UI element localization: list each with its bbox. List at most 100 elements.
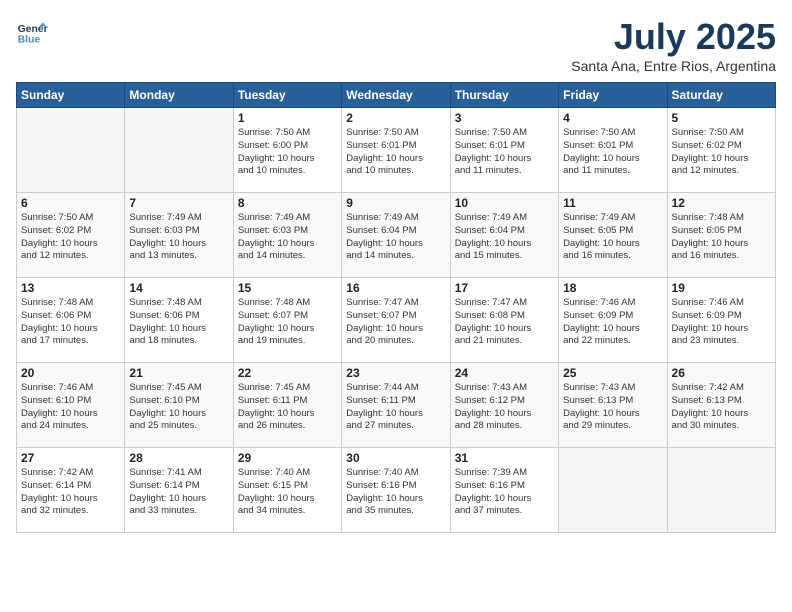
day-number: 31 [455,451,554,465]
day-number: 5 [672,111,771,125]
day-info: Sunrise: 7:50 AM Sunset: 6:01 PM Dayligh… [563,127,662,178]
calendar-cell: 17 Sunrise: 7:47 AM Sunset: 6:08 PM Dayli… [450,278,558,363]
day-number: 29 [238,451,337,465]
calendar-cell: 12Sunrise: 7:48 AM Sunset: 6:05 PM Dayli… [667,193,775,278]
day-info: Sunrise: 7:46 AM Sunset: 6:10 PM Dayligh… [21,382,120,433]
logo: General Blue [16,16,48,48]
day-number: 2 [346,111,445,125]
calendar-cell: 26Sunrise: 7:42 AM Sunset: 6:13 PM Dayli… [667,363,775,448]
day-info: Sunrise: 7:49 AM Sunset: 6:03 PM Dayligh… [238,212,337,263]
title-block: July 2025 Santa Ana, Entre Rios, Argenti… [571,16,776,74]
day-number: 6 [21,196,120,210]
day-number: 16 [346,281,445,295]
day-number: 9 [346,196,445,210]
calendar-cell: 20 Sunrise: 7:46 AM Sunset: 6:10 PM Dayli… [17,363,125,448]
day-info: Sunrise: 7:48 AM Sunset: 6:07 PM Dayligh… [238,297,337,348]
calendar-cell: 30 Sunrise: 7:40 AM Sunset: 6:16 PM Dayli… [342,448,450,533]
day-info: Sunrise: 7:42 AM Sunset: 6:14 PM Dayligh… [21,467,120,518]
day-number: 19 [672,281,771,295]
day-header-thursday: Thursday [450,83,558,108]
calendar-cell: 15 Sunrise: 7:48 AM Sunset: 6:07 PM Dayli… [233,278,341,363]
calendar-cell: 19 Sunrise: 7:46 AM Sunset: 6:09 PM Dayli… [667,278,775,363]
location: Santa Ana, Entre Rios, Argentina [571,58,776,74]
day-number: 7 [129,196,228,210]
calendar-cell: 16Sunrise: 7:47 AM Sunset: 6:07 PM Dayli… [342,278,450,363]
calendar-cell: 23Sunrise: 7:44 AM Sunset: 6:11 PM Dayli… [342,363,450,448]
calendar-cell: 29 Sunrise: 7:40 AM Sunset: 6:15 PM Dayli… [233,448,341,533]
day-number: 18 [563,281,662,295]
day-number: 15 [238,281,337,295]
day-info: Sunrise: 7:49 AM Sunset: 6:04 PM Dayligh… [455,212,554,263]
calendar-cell: 2 Sunrise: 7:50 AM Sunset: 6:01 PM Daylig… [342,108,450,193]
calendar-cell: 1 Sunrise: 7:50 AM Sunset: 6:00 PM Daylig… [233,108,341,193]
day-info: Sunrise: 7:50 AM Sunset: 6:00 PM Dayligh… [238,127,337,178]
calendar-week-5: 27 Sunrise: 7:42 AM Sunset: 6:14 PM Dayli… [17,448,776,533]
day-info: Sunrise: 7:50 AM Sunset: 6:01 PM Dayligh… [346,127,445,178]
calendar-cell: 18Sunrise: 7:46 AM Sunset: 6:09 PM Dayli… [559,278,667,363]
calendar-cell: 25Sunrise: 7:43 AM Sunset: 6:13 PM Dayli… [559,363,667,448]
day-header-saturday: Saturday [667,83,775,108]
day-info: Sunrise: 7:48 AM Sunset: 6:05 PM Dayligh… [672,212,771,263]
calendar-week-3: 13 Sunrise: 7:48 AM Sunset: 6:06 PM Dayli… [17,278,776,363]
day-info: Sunrise: 7:47 AM Sunset: 6:08 PM Dayligh… [455,297,554,348]
day-header-friday: Friday [559,83,667,108]
day-info: Sunrise: 7:45 AM Sunset: 6:11 PM Dayligh… [238,382,337,433]
day-number: 21 [129,366,228,380]
day-number: 10 [455,196,554,210]
calendar-cell: 3 Sunrise: 7:50 AM Sunset: 6:01 PM Daylig… [450,108,558,193]
day-number: 1 [238,111,337,125]
day-info: Sunrise: 7:49 AM Sunset: 6:05 PM Dayligh… [563,212,662,263]
day-info: Sunrise: 7:40 AM Sunset: 6:15 PM Dayligh… [238,467,337,518]
day-number: 30 [346,451,445,465]
day-number: 28 [129,451,228,465]
calendar-cell: 24 Sunrise: 7:43 AM Sunset: 6:12 PM Dayli… [450,363,558,448]
logo-icon: General Blue [16,16,48,48]
day-header-monday: Monday [125,83,233,108]
calendar-cell [17,108,125,193]
day-number: 3 [455,111,554,125]
day-number: 24 [455,366,554,380]
calendar-cell: 21 Sunrise: 7:45 AM Sunset: 6:10 PM Dayli… [125,363,233,448]
day-header-wednesday: Wednesday [342,83,450,108]
calendar-cell: 9 Sunrise: 7:49 AM Sunset: 6:04 PM Daylig… [342,193,450,278]
calendar-cell: 31 Sunrise: 7:39 AM Sunset: 6:16 PM Dayli… [450,448,558,533]
calendar-cell: 28 Sunrise: 7:41 AM Sunset: 6:14 PM Dayli… [125,448,233,533]
day-info: Sunrise: 7:46 AM Sunset: 6:09 PM Dayligh… [672,297,771,348]
calendar-week-4: 20 Sunrise: 7:46 AM Sunset: 6:10 PM Dayli… [17,363,776,448]
calendar-cell: 5 Sunrise: 7:50 AM Sunset: 6:02 PM Daylig… [667,108,775,193]
calendar-cell: 4Sunrise: 7:50 AM Sunset: 6:01 PM Daylig… [559,108,667,193]
calendar-header-row: SundayMondayTuesdayWednesdayThursdayFrid… [17,83,776,108]
day-number: 14 [129,281,228,295]
day-info: Sunrise: 7:50 AM Sunset: 6:01 PM Dayligh… [455,127,554,178]
day-number: 11 [563,196,662,210]
day-info: Sunrise: 7:39 AM Sunset: 6:16 PM Dayligh… [455,467,554,518]
day-info: Sunrise: 7:43 AM Sunset: 6:12 PM Dayligh… [455,382,554,433]
calendar-cell: 11 Sunrise: 7:49 AM Sunset: 6:05 PM Dayli… [559,193,667,278]
month-title: July 2025 [571,16,776,58]
calendar-week-1: 1 Sunrise: 7:50 AM Sunset: 6:00 PM Daylig… [17,108,776,193]
day-info: Sunrise: 7:41 AM Sunset: 6:14 PM Dayligh… [129,467,228,518]
day-info: Sunrise: 7:50 AM Sunset: 6:02 PM Dayligh… [672,127,771,178]
day-number: 17 [455,281,554,295]
page-header: General Blue July 2025 Santa Ana, Entre … [16,16,776,74]
day-info: Sunrise: 7:48 AM Sunset: 6:06 PM Dayligh… [129,297,228,348]
calendar-cell: 10 Sunrise: 7:49 AM Sunset: 6:04 PM Dayli… [450,193,558,278]
day-number: 8 [238,196,337,210]
day-number: 25 [563,366,662,380]
day-info: Sunrise: 7:40 AM Sunset: 6:16 PM Dayligh… [346,467,445,518]
calendar-table: SundayMondayTuesdayWednesdayThursdayFrid… [16,82,776,533]
day-number: 13 [21,281,120,295]
day-header-tuesday: Tuesday [233,83,341,108]
calendar-cell: 22 Sunrise: 7:45 AM Sunset: 6:11 PM Dayli… [233,363,341,448]
calendar-cell: 7Sunrise: 7:49 AM Sunset: 6:03 PM Daylig… [125,193,233,278]
day-info: Sunrise: 7:49 AM Sunset: 6:04 PM Dayligh… [346,212,445,263]
calendar-cell [667,448,775,533]
calendar-cell [559,448,667,533]
day-info: Sunrise: 7:45 AM Sunset: 6:10 PM Dayligh… [129,382,228,433]
day-number: 27 [21,451,120,465]
calendar-cell: 8 Sunrise: 7:49 AM Sunset: 6:03 PM Daylig… [233,193,341,278]
day-number: 20 [21,366,120,380]
day-info: Sunrise: 7:42 AM Sunset: 6:13 PM Dayligh… [672,382,771,433]
day-number: 22 [238,366,337,380]
day-info: Sunrise: 7:44 AM Sunset: 6:11 PM Dayligh… [346,382,445,433]
